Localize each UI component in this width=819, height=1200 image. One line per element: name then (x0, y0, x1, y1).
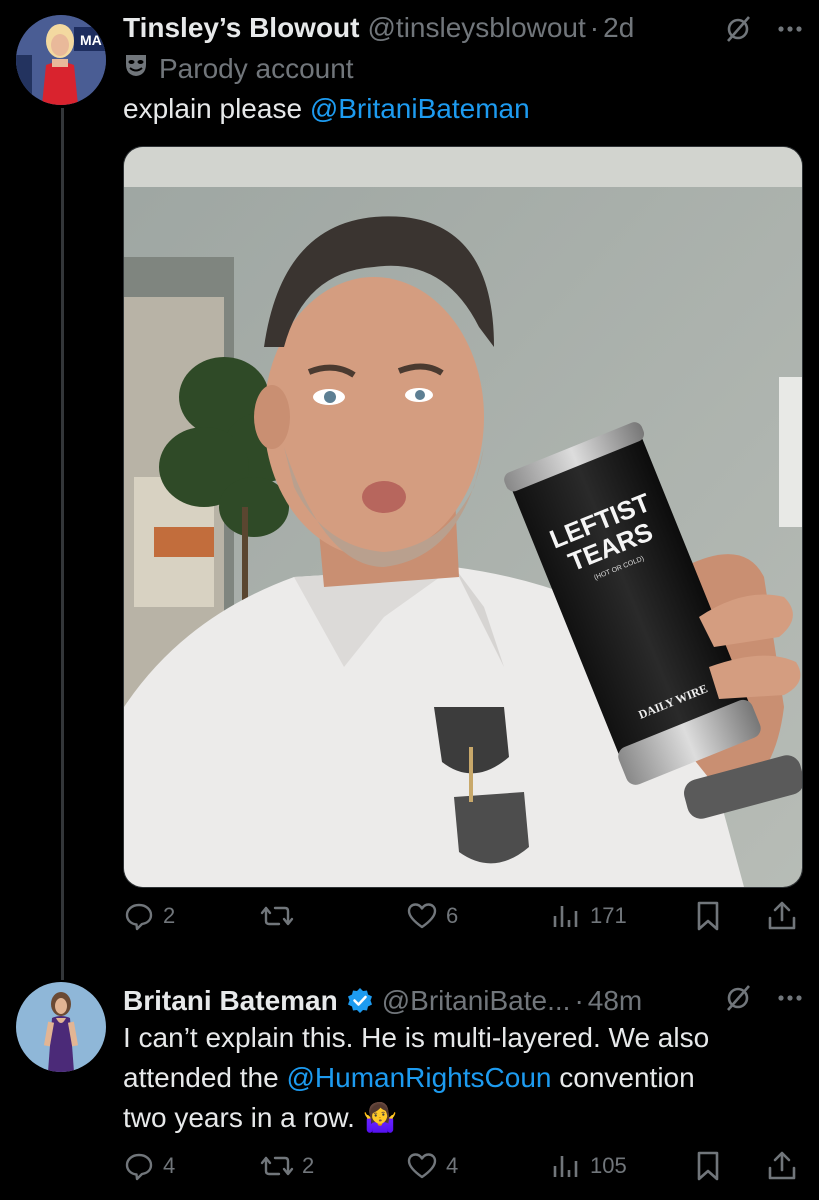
share-icon (766, 900, 798, 932)
like-icon (406, 1150, 438, 1182)
tweet-text-line: I can’t explain this. He is multi-layere… (123, 1022, 710, 1053)
tweet-text-line: two years in a row. 🤷‍♀️ (123, 1098, 709, 1138)
separator-dot: · (574, 985, 584, 1016)
like-count: 6 (446, 903, 459, 928)
author-handle[interactable]: @tinsleysblowout (367, 12, 585, 44)
tweet-1-header: Tinsley’s Blowout @tinsleysblowout · 2d (123, 12, 634, 44)
bookmark-button[interactable] (694, 900, 722, 932)
tweet-text-segment: convention (551, 1062, 695, 1093)
repost-button[interactable] (260, 900, 302, 932)
more-icon[interactable] (775, 14, 805, 49)
svg-text:MA: MA (80, 32, 102, 48)
thread-connector-line (61, 108, 64, 980)
timestamp[interactable]: 2d (603, 12, 634, 44)
avatar-tinsleys-blowout[interactable]: MA (16, 15, 106, 105)
more-icon[interactable] (775, 983, 805, 1018)
reply-icon (123, 900, 155, 932)
avatar-image: MA (16, 15, 106, 105)
mention-link[interactable]: @BritaniBateman (310, 93, 530, 124)
tweet-2-text: I can’t explain this. He is multi-layere… (123, 1018, 709, 1138)
views-icon (552, 1150, 582, 1182)
author-name[interactable]: Tinsley’s Blowout (123, 12, 359, 44)
repost-count: 2 (302, 1153, 315, 1178)
tweet-1-actions: 2 6 171 (0, 898, 819, 938)
tweet-text-segment: attended the (123, 1062, 287, 1093)
repost-button[interactable]: 2 (260, 1150, 314, 1182)
like-icon (406, 900, 438, 932)
share-button[interactable] (766, 900, 798, 932)
separator-dot: · (589, 12, 600, 43)
tweet-text-segment: two years in a row. (123, 1102, 363, 1133)
timestamp[interactable]: 48m (588, 985, 642, 1017)
bookmark-icon (694, 900, 722, 932)
repost-icon (260, 900, 294, 932)
reply-count: 4 (163, 1153, 176, 1178)
grok-icon[interactable] (723, 14, 753, 49)
avatar-image (16, 982, 106, 1072)
like-button[interactable]: 6 (406, 900, 458, 932)
tweet-1-text: explain please @BritaniBateman (123, 89, 530, 129)
tweet-text-line: attended the @HumanRightsCoun convention (123, 1058, 709, 1098)
tweet-2-actions: 4 2 4 105 (0, 1148, 819, 1188)
grok-icon[interactable] (723, 983, 753, 1018)
reply-button[interactable]: 2 (123, 900, 175, 932)
selfie-photo: LEFTIST TEARS (HOT OR COLD) DAILY WIRE (124, 147, 802, 887)
tweet-2-header: Britani Bateman @BritaniBate... · 48m (123, 982, 642, 1017)
views-button[interactable]: 105 (552, 1150, 627, 1182)
views-count: 171 (590, 903, 627, 928)
tweet-1-photo[interactable]: LEFTIST TEARS (HOT OR COLD) DAILY WIRE (123, 146, 803, 888)
shrug-emoji: 🤷‍♀️ (362, 1101, 398, 1134)
like-count: 4 (446, 1153, 459, 1178)
views-button[interactable]: 171 (552, 900, 627, 932)
views-count: 105 (590, 1153, 627, 1178)
reply-button[interactable]: 4 (123, 1150, 175, 1182)
parody-mask-icon (123, 52, 149, 85)
bookmark-button[interactable] (694, 1150, 722, 1182)
mention-link[interactable]: @HumanRightsCoun (286, 1062, 551, 1093)
bookmark-icon (694, 1150, 722, 1182)
reply-count: 2 (163, 903, 176, 928)
author-name[interactable]: Britani Bateman (123, 985, 338, 1017)
verified-badge-icon (346, 987, 374, 1020)
reply-icon (123, 1150, 155, 1182)
share-icon (766, 1150, 798, 1182)
views-icon (552, 900, 582, 932)
tweet-text: explain please (123, 93, 310, 124)
avatar-britani-bateman[interactable] (16, 982, 106, 1072)
repost-icon (260, 1150, 294, 1182)
tweet-1-header-icons (723, 14, 805, 49)
parody-label: Parody account (123, 52, 354, 85)
tweet-2-header-icons (723, 983, 805, 1018)
share-button[interactable] (766, 1150, 798, 1182)
parody-label-text: Parody account (159, 52, 354, 84)
author-handle[interactable]: @BritaniBate... (382, 985, 571, 1017)
like-button[interactable]: 4 (406, 1150, 458, 1182)
